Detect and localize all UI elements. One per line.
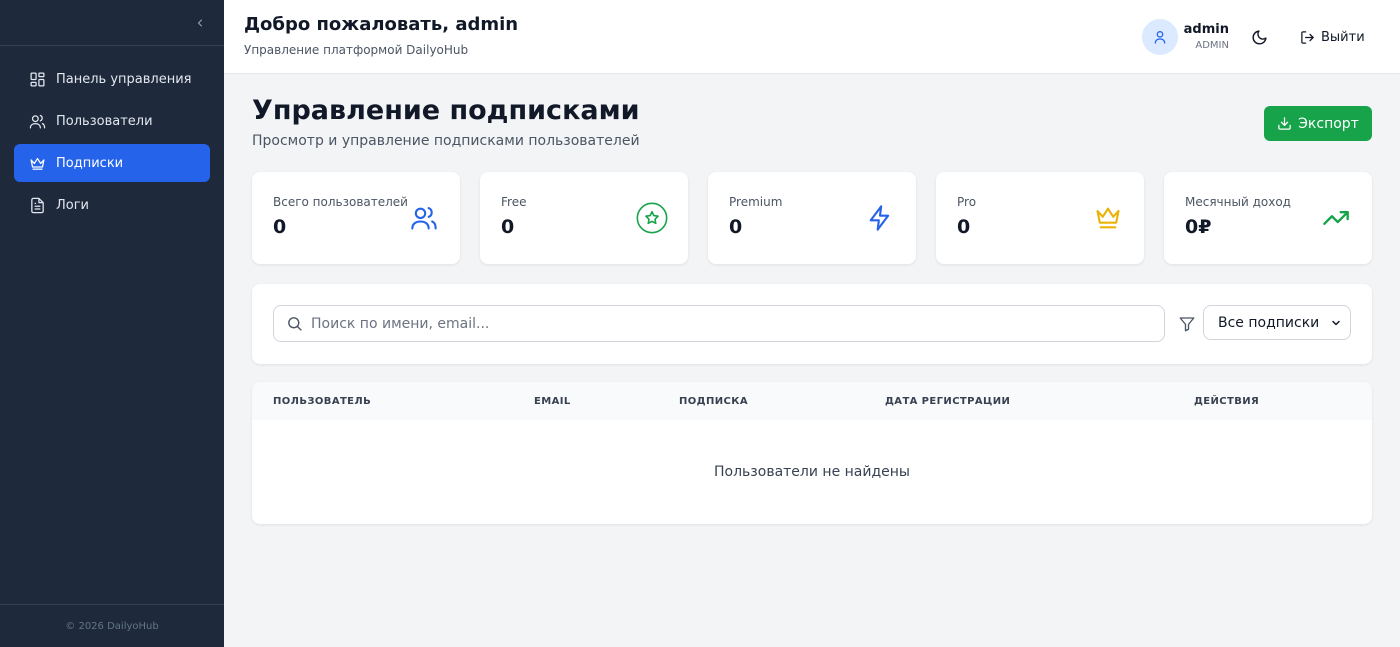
top-header: Добро пожаловать, admin Управление платф… bbox=[224, 0, 1400, 74]
stat-card-free: Free 0 bbox=[480, 172, 688, 264]
stat-label: Месячный доход bbox=[1185, 195, 1291, 209]
logout-button[interactable]: Выйти bbox=[1300, 26, 1365, 48]
welcome-subtitle: Управление платформой DailyoHub bbox=[244, 43, 469, 57]
chevron-left-icon bbox=[197, 19, 203, 27]
zap-icon bbox=[864, 202, 896, 234]
sidebar-item-subscriptions[interactable]: Подписки bbox=[14, 144, 210, 182]
download-icon bbox=[1277, 116, 1292, 131]
user-role: ADMIN bbox=[1195, 40, 1229, 51]
empty-state-message: Пользователи не найдены bbox=[714, 464, 910, 480]
star-circle-icon bbox=[636, 202, 668, 234]
users-icon bbox=[28, 112, 46, 130]
user-icon bbox=[1154, 31, 1166, 44]
subscription-filter-select[interactable]: Все подписки bbox=[1203, 305, 1351, 340]
sidebar-item-label: Пользователи bbox=[56, 113, 153, 129]
dashboard-icon bbox=[28, 70, 46, 88]
stat-card-pro: Pro 0 bbox=[936, 172, 1144, 264]
users-table: ПОЛЬЗОВАТЕЛЬ EMAIL ПОДПИСКА ДАТА РЕГИСТР… bbox=[252, 382, 1372, 524]
column-header-actions: ДЕЙСТВИЯ bbox=[1194, 396, 1260, 407]
sidebar-item-dashboard[interactable]: Панель управления bbox=[14, 60, 210, 98]
stat-label: Всего пользователей bbox=[273, 195, 408, 209]
logout-label: Выйти bbox=[1321, 29, 1365, 45]
sidebar-header bbox=[0, 0, 224, 46]
stat-value: 0₽ bbox=[1185, 216, 1212, 238]
theme-toggle-button[interactable] bbox=[1248, 26, 1270, 48]
crown-icon bbox=[1092, 202, 1124, 234]
column-header-registration-date[interactable]: ДАТА РЕГИСТРАЦИИ bbox=[885, 396, 1010, 407]
page-subtitle: Просмотр и управление подписками пользов… bbox=[252, 133, 640, 149]
export-label: Экспорт bbox=[1298, 115, 1359, 132]
stat-label: Free bbox=[501, 195, 527, 209]
filter-bar: Все подписки bbox=[252, 284, 1372, 364]
logout-icon bbox=[1300, 30, 1315, 45]
stat-label: Premium bbox=[729, 195, 783, 209]
column-header-email[interactable]: EMAIL bbox=[534, 396, 571, 407]
export-button[interactable]: Экспорт bbox=[1264, 106, 1372, 141]
filter-icon bbox=[1177, 314, 1197, 334]
column-header-user[interactable]: ПОЛЬЗОВАТЕЛЬ bbox=[273, 396, 371, 407]
sidebar-item-label: Логи bbox=[56, 197, 90, 213]
sidebar-nav: Панель управления Пользователи Подписки … bbox=[0, 60, 224, 224]
trending-up-icon bbox=[1320, 202, 1352, 234]
sidebar-item-label: Подписки bbox=[56, 155, 124, 171]
stat-value: 0 bbox=[729, 216, 743, 238]
stat-label: Pro bbox=[957, 195, 977, 209]
stat-value: 0 bbox=[273, 216, 287, 238]
search-icon bbox=[286, 315, 303, 332]
stat-card-monthly-revenue: Месячный доход 0₽ bbox=[1164, 172, 1372, 264]
chevron-down-icon bbox=[1330, 317, 1342, 329]
stat-value: 0 bbox=[957, 216, 971, 238]
page-title: Управление подписками bbox=[252, 95, 640, 126]
user-name: admin bbox=[1183, 22, 1229, 37]
sidebar-footer: © 2026 DailyoHub bbox=[0, 604, 224, 647]
table-header: ПОЛЬЗОВАТЕЛЬ EMAIL ПОДПИСКА ДАТА РЕГИСТР… bbox=[252, 382, 1372, 420]
welcome-title: Добро пожаловать, admin bbox=[244, 14, 519, 35]
search-input[interactable] bbox=[311, 315, 1131, 332]
column-header-subscription[interactable]: ПОДПИСКА bbox=[679, 396, 748, 407]
stats-row: Всего пользователей 0 Free 0 Premium 0 P… bbox=[252, 172, 1372, 264]
sidebar-item-logs[interactable]: Логи bbox=[14, 186, 210, 224]
stat-value: 0 bbox=[501, 216, 515, 238]
stat-card-total-users: Всего пользователей 0 bbox=[252, 172, 460, 264]
sidebar-item-label: Панель управления bbox=[56, 71, 192, 87]
crown-icon bbox=[28, 154, 46, 172]
search-box[interactable] bbox=[273, 305, 1165, 342]
select-value: Все подписки bbox=[1218, 314, 1320, 331]
avatar[interactable] bbox=[1142, 19, 1178, 55]
sidebar: Панель управления Пользователи Подписки … bbox=[0, 0, 224, 647]
users-icon bbox=[408, 202, 440, 234]
sidebar-item-users[interactable]: Пользователи bbox=[14, 102, 210, 140]
moon-icon bbox=[1252, 29, 1267, 44]
collapse-sidebar-button[interactable] bbox=[190, 13, 210, 33]
file-text-icon bbox=[28, 196, 46, 214]
stat-card-premium: Premium 0 bbox=[708, 172, 916, 264]
